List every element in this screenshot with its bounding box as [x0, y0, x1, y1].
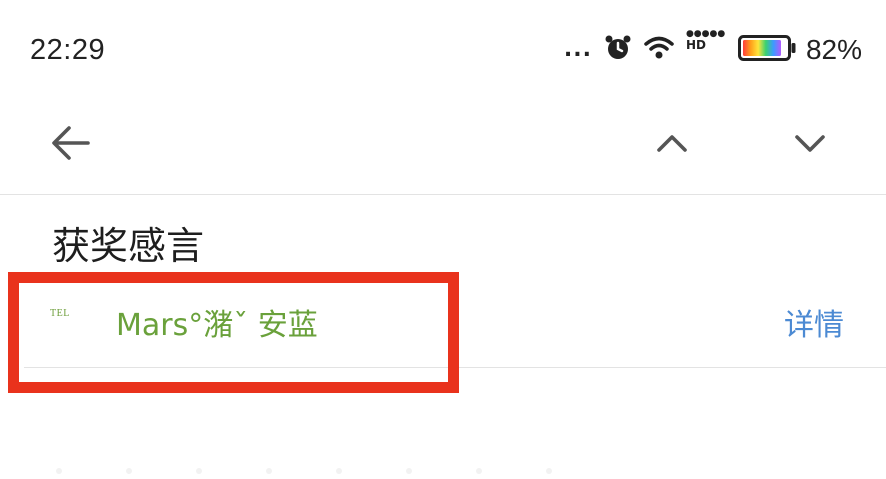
wifi-icon — [644, 35, 674, 65]
chevron-down-icon — [795, 135, 825, 152]
status-indicators: ... ●●●●● HD 82% — [564, 30, 862, 70]
previous-message-button[interactable] — [651, 122, 693, 164]
details-link[interactable]: 详情 — [784, 300, 844, 344]
battery-icon — [737, 35, 798, 65]
message-body-preview — [56, 462, 836, 479]
back-button[interactable] — [48, 120, 94, 166]
status-time: 22:29 — [30, 34, 106, 66]
divider — [24, 367, 886, 368]
hd-signal-icon: ●●●●● HD — [685, 29, 726, 53]
battery-percentage: 82% — [805, 34, 862, 65]
next-message-button[interactable] — [789, 122, 831, 164]
chevron-up-icon — [657, 135, 687, 152]
notification-dots-icon: ... — [563, 37, 592, 62]
tel-badge: TEL — [50, 308, 70, 319]
status-bar: 22:29 ... ●●●●● HD 82% — [0, 0, 886, 100]
message-subject: 获奖感言 — [52, 224, 205, 268]
sender-row: TEL Mars°潴ˇ 安蓝 详情 — [0, 296, 886, 356]
sender-name[interactable]: Mars°潴ˇ 安蓝 — [116, 300, 318, 344]
arrow-left-icon — [52, 126, 90, 160]
alarm-clock-icon — [604, 34, 632, 66]
toolbar — [0, 100, 886, 195]
